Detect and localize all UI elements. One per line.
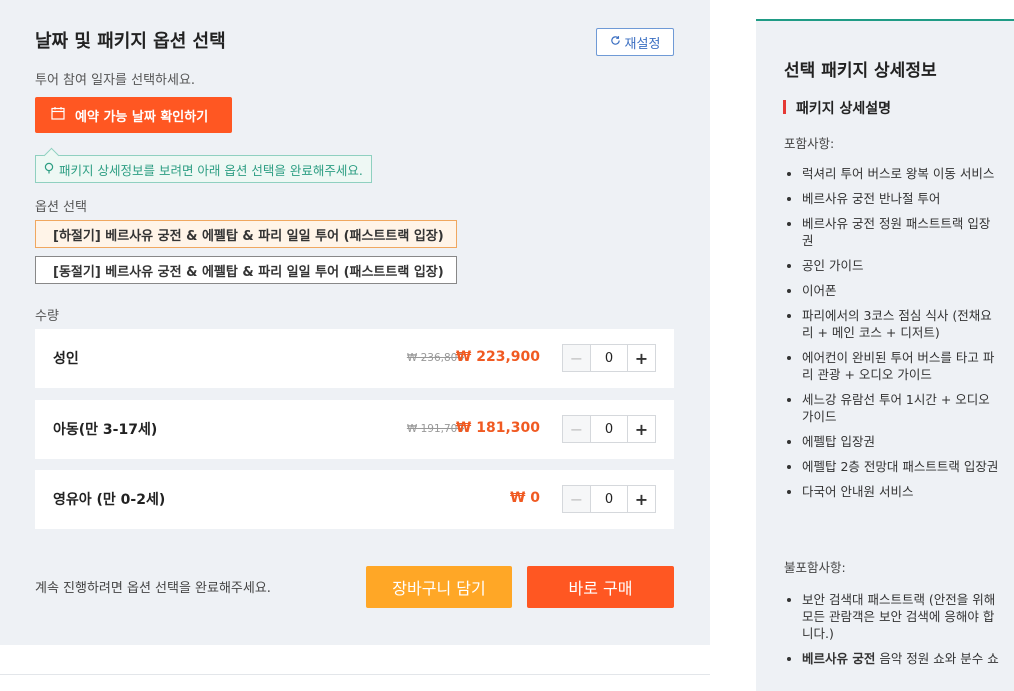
included-list: 럭셔리 투어 버스로 왕복 이동 서비스베르사유 궁전 반나절 투어베르사유 궁… (784, 165, 999, 508)
calendar-icon (51, 106, 65, 124)
plus-icon[interactable]: + (627, 416, 655, 442)
check-available-dates-button[interactable]: 예약 가능 날짜 확인하기 (35, 97, 232, 133)
excluded-item: 보안 검색대 패스트트랙 (안전을 위해 모든 관람객은 보안 검색에 응해야 … (784, 591, 999, 642)
included-item: 에펠탑 2층 전망대 패스트트랙 입장권 (784, 458, 999, 475)
sale-price: ₩ 0 (509, 490, 540, 506)
included-label: 포함사항: (784, 136, 835, 151)
package-description-heading: 패키지 상세설명 (783, 98, 891, 118)
included-item: 공인 가이드 (784, 257, 999, 274)
package-detail-panel: 선택 패키지 상세정보 패키지 상세설명 포함사항: 럭셔리 투어 버스로 왕복… (756, 19, 1014, 691)
included-item: 세느강 유람선 투어 1시간 + 오디오 가이드 (784, 391, 999, 425)
option-summer-tour[interactable]: [하절기] 베르사유 궁전 & 에펠탑 & 파리 일일 투어 (패스트트랙 입장… (35, 220, 457, 248)
minus-icon[interactable]: − (563, 416, 591, 442)
quantity-row-adult: 성인 ₩ 236,800 ₩ 223,900 − 0 + (35, 329, 674, 388)
excluded-item: 베르사유 궁전 음악 정원 쇼와 분수 쇼 (784, 650, 999, 667)
plus-icon[interactable]: + (627, 345, 655, 371)
info-bulb-icon (43, 162, 55, 177)
quantity-row-child: 아동(만 3-17세) ₩ 191,700 ₩ 181,300 − 0 + (35, 400, 674, 459)
included-item: 에어컨이 완비된 투어 버스를 타고 파리 관광 + 오디오 가이드 (784, 349, 999, 383)
option-select-label: 옵션 선택 (35, 200, 87, 215)
quantity-stepper: − 0 + (562, 485, 656, 513)
quantity-stepper: − 0 + (562, 415, 656, 443)
tooltip-text: 패키지 상세정보를 보려면 아래 옵션 선택을 완료해주세요. (59, 162, 363, 178)
package-detail-title: 선택 패키지 상세정보 (784, 61, 937, 81)
date-hint: 투어 참여 일자를 선택하세요. (35, 73, 196, 88)
add-to-cart-button[interactable]: 장바구니 담기 (366, 566, 512, 608)
sale-price: ₩ 181,300 (455, 420, 540, 436)
included-item: 에펠탑 입장권 (784, 433, 999, 450)
reset-icon (610, 35, 621, 50)
excluded-list: 보안 검색대 패스트트랙 (안전을 위해 모든 관람객은 보안 검색에 응해야 … (784, 591, 999, 675)
excluded-item-bold: 베르사유 궁전 (802, 651, 876, 666)
quantity-stepper: − 0 + (562, 344, 656, 372)
excluded-item-text: 보안 검색대 패스트트랙 (안전을 위해 모든 관람객은 보안 검색에 응해야 … (802, 592, 996, 641)
footer-hint: 계속 진행하려면 옵션 선택을 완료해주세요. (35, 581, 271, 596)
ticket-type-name: 영유아 (만 0-2세) (53, 492, 166, 508)
check-available-dates-label: 예약 가능 날짜 확인하기 (75, 109, 209, 125)
plus-icon[interactable]: + (627, 486, 655, 512)
ticket-type-name: 아동(만 3-17세) (53, 422, 158, 438)
quantity-value[interactable]: 0 (591, 416, 627, 442)
buy-now-button[interactable]: 바로 구매 (527, 566, 674, 608)
divider (0, 674, 710, 675)
minus-icon[interactable]: − (563, 345, 591, 371)
minus-icon[interactable]: − (563, 486, 591, 512)
reset-label: 재설정 (624, 36, 661, 52)
reset-button[interactable]: 재설정 (596, 28, 674, 56)
ticket-type-name: 성인 (53, 351, 79, 367)
option-winter-tour[interactable]: [동절기] 베르사유 궁전 & 에펠탑 & 파리 일일 투어 (패스트트랙 입장… (35, 256, 457, 284)
page-title: 날짜 및 패키지 옵션 선택 (35, 31, 226, 52)
booking-options-panel: 날짜 및 패키지 옵션 선택 재설정 투어 참여 일자를 선택하세요. 예약 가… (0, 0, 710, 645)
quantity-value[interactable]: 0 (591, 345, 627, 371)
quantity-row-infant: 영유아 (만 0-2세) ₩ 0 − 0 + (35, 470, 674, 529)
included-item: 이어폰 (784, 282, 999, 299)
excluded-item-text: 음악 정원 쇼와 분수 쇼 (875, 651, 999, 666)
quantity-value[interactable]: 0 (591, 486, 627, 512)
package-info-tooltip: 패키지 상세정보를 보려면 아래 옵션 선택을 완료해주세요. (35, 155, 372, 183)
excluded-label: 불포함사항: (784, 560, 846, 575)
sale-price: ₩ 223,900 (455, 349, 540, 365)
included-item: 베르사유 궁전 정원 패스트트랙 입장권 (784, 215, 999, 249)
included-item: 베르사유 궁전 반나절 투어 (784, 190, 999, 207)
quantity-label: 수량 (35, 309, 59, 324)
included-item: 파리에서의 3코스 점심 식사 (전채요리 + 메인 코스 + 디저트) (784, 307, 999, 341)
included-item: 럭셔리 투어 버스로 왕복 이동 서비스 (784, 165, 999, 182)
included-item: 다국어 안내원 서비스 (784, 483, 999, 500)
